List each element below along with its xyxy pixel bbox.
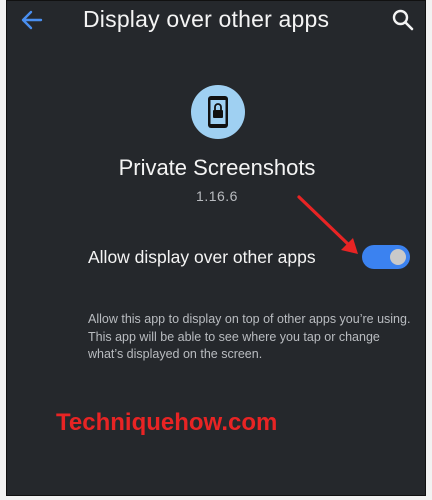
search-icon <box>392 9 414 31</box>
page-title: Display over other apps <box>83 6 330 32</box>
settings-screen: Display over other apps Private Screensh… <box>6 0 426 496</box>
back-button[interactable] <box>21 9 43 31</box>
search-button[interactable] <box>391 8 415 32</box>
phone-lock-icon <box>208 96 228 128</box>
toggle-knob <box>390 249 406 265</box>
app-name: Private Screenshots <box>118 155 316 180</box>
allow-display-row[interactable]: Allow display over other apps <box>7 233 427 279</box>
watermark-text: Techniquehow.com <box>56 409 278 436</box>
app-version: 1.16.6 <box>196 188 238 204</box>
allow-display-label: Allow display over other apps <box>88 247 316 267</box>
app-icon <box>191 85 245 139</box>
back-arrow-icon <box>21 10 43 30</box>
allow-display-toggle[interactable] <box>362 245 410 269</box>
permission-description: Allow this app to display on top of othe… <box>88 312 411 361</box>
